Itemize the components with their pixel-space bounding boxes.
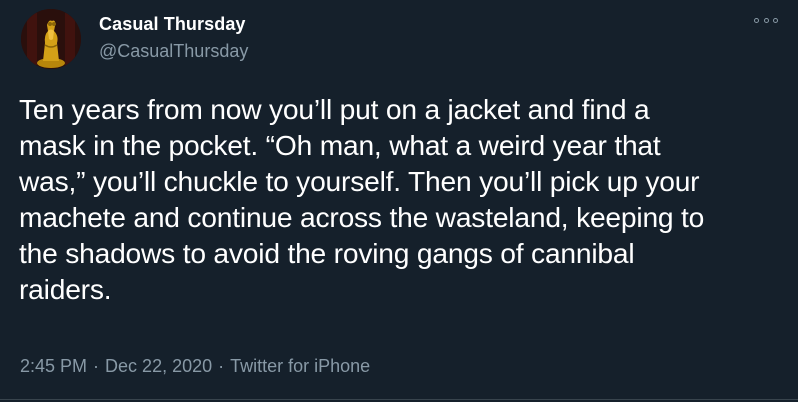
tweet-text: Ten years from now you’ll put on a jacke… (19, 93, 705, 305)
tweet-date[interactable]: Dec 22, 2020 (105, 356, 212, 377)
tweet-source[interactable]: Twitter for iPhone (230, 356, 370, 377)
tweet-time[interactable]: 2:45 PM (20, 356, 87, 377)
meta-separator: · (93, 356, 100, 376)
avatar[interactable] (21, 9, 81, 69)
more-dot (754, 17, 759, 23)
more-dot (763, 17, 769, 23)
divider (0, 399, 798, 400)
author-handle[interactable]: @CasualThursday (99, 41, 248, 62)
meta-separator: · (218, 356, 225, 376)
tweet-meta: 2:45 PM · Dec 22, 2020 · Twitter for iPh… (20, 356, 370, 377)
more-dot (773, 17, 778, 23)
more-options-icon[interactable] (754, 12, 778, 28)
golden-figurine-icon (21, 9, 81, 69)
author-name[interactable]: Casual Thursday (99, 14, 246, 35)
tweet-card: Casual Thursday @CasualThursday Ten year… (0, 0, 798, 402)
